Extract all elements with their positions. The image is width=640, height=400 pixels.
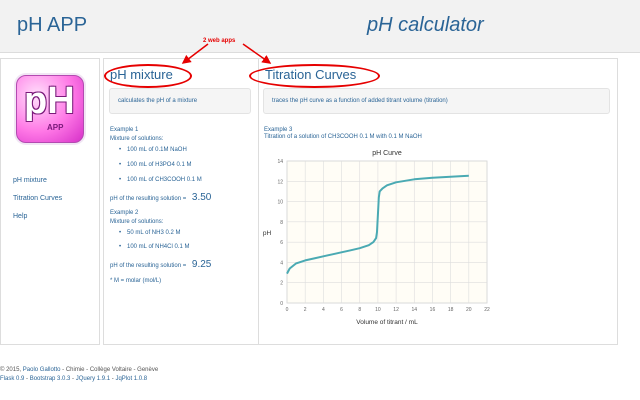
affiliation: - Chimie - Collège Voltaire - Genève bbox=[62, 367, 159, 373]
arrow-to-titration bbox=[242, 43, 272, 64]
annotation-arrows bbox=[181, 43, 272, 64]
author-link[interactable]: Paolo Gallotto bbox=[23, 367, 61, 373]
copyright: © 2015, bbox=[0, 367, 22, 373]
arrow-to-ph-mixture bbox=[181, 43, 209, 64]
jquery-link[interactable]: JQuery 1.9.1 bbox=[76, 376, 110, 382]
footer: © 2015, Paolo Gallotto - Chimie - Collèg… bbox=[0, 367, 159, 382]
flask-link[interactable]: Flask 0.9 bbox=[0, 376, 24, 382]
jqplot-link[interactable]: JqPlot 1.0.8 bbox=[115, 376, 147, 382]
bootstrap-link[interactable]: Bootstrap 3.0.3 bbox=[30, 376, 71, 382]
